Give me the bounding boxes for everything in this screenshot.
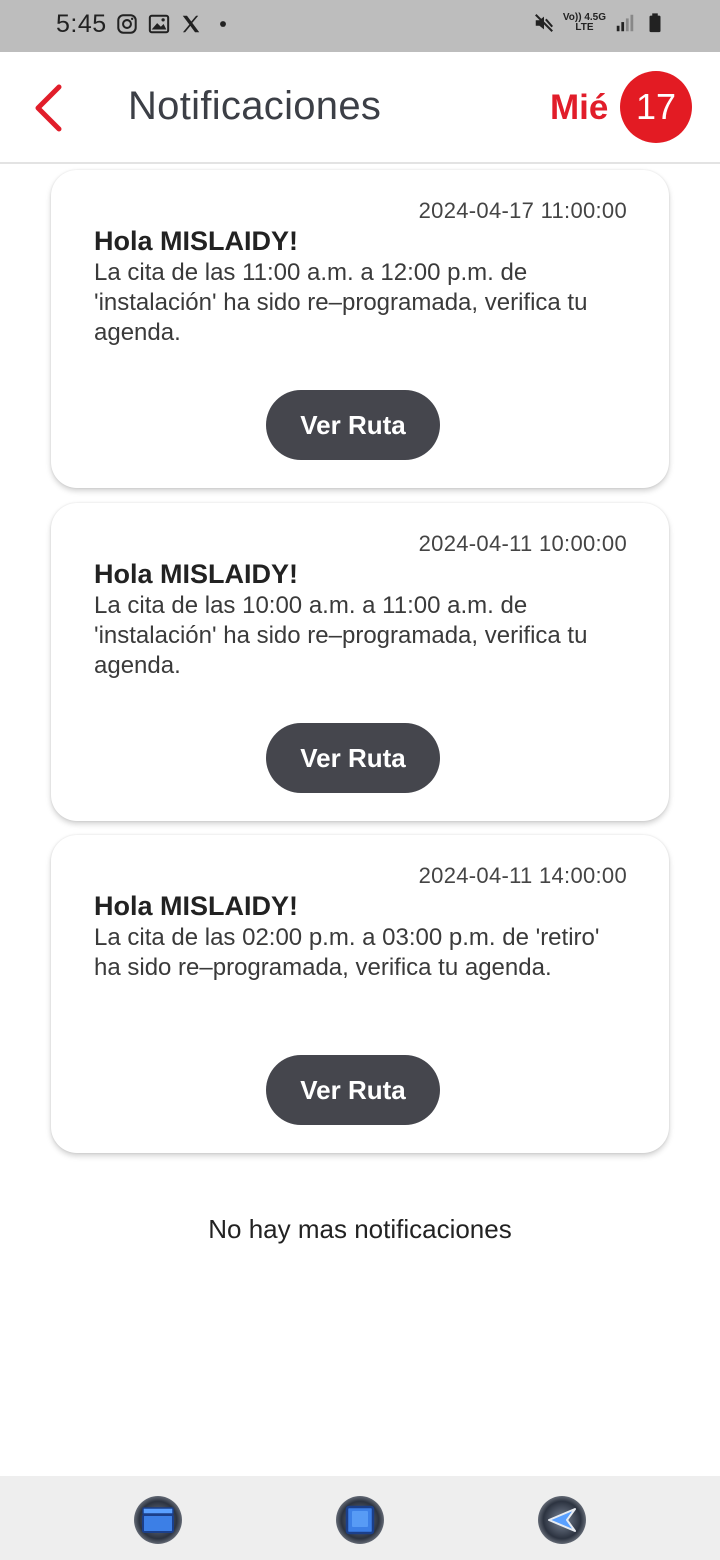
signal-icon — [616, 14, 634, 32]
home-button[interactable] — [336, 1496, 384, 1544]
network-indicator: Vo)) 4.5G LTE — [563, 13, 606, 33]
status-time: 5:45 — [56, 10, 107, 38]
notification-greeting: Hola MISLAIDY! — [94, 226, 299, 256]
ver-ruta-button[interactable]: Ver Ruta — [266, 723, 440, 793]
notification-greeting: Hola MISLAIDY! — [94, 559, 299, 589]
system-nav-bar — [0, 1476, 720, 1560]
back-button[interactable] — [26, 80, 70, 136]
instagram-icon — [117, 14, 137, 34]
chevron-left-icon — [35, 84, 62, 132]
gallery-icon — [148, 14, 170, 34]
notification-message: La cita de las 11:00 a.m. a 12:00 p.m. d… — [94, 259, 588, 346]
notification-card: 2024-04-11 14:00:00 Hola MISLAIDY! La ci… — [51, 835, 669, 1153]
home-icon — [345, 1505, 375, 1535]
notification-message: La cita de las 02:00 p.m. a 03:00 p.m. d… — [94, 924, 600, 981]
notification-card: 2024-04-17 11:00:00 Hola MISLAIDY! La ci… — [51, 170, 669, 488]
mute-icon — [534, 14, 553, 32]
no-more-notifications-text: No hay mas notificaciones — [208, 1214, 512, 1244]
back-nav-button[interactable] — [538, 1496, 586, 1544]
recent-apps-icon — [142, 1507, 174, 1533]
notification-date: 2024-04-11 14:00:00 — [418, 863, 627, 888]
status-bar: 5:45 Vo)) 4.5G LTE — [0, 0, 720, 52]
notification-message: La cita de las 10:00 a.m. a 11:00 a.m. d… — [94, 592, 588, 679]
notification-card: 2024-04-11 10:00:00 Hola MISLAIDY! La ci… — [51, 503, 669, 821]
x-icon — [182, 15, 200, 33]
ver-ruta-button[interactable]: Ver Ruta — [266, 390, 440, 460]
notification-date: 2024-04-11 10:00:00 — [418, 531, 627, 556]
recent-apps-button[interactable] — [134, 1496, 182, 1544]
day-name: Mié — [550, 88, 609, 127]
notification-greeting: Hola MISLAIDY! — [94, 891, 299, 921]
app-header: Notificaciones Mié 17 — [0, 52, 720, 164]
more-notifications-dot-icon — [220, 21, 226, 27]
back-icon — [548, 1508, 576, 1532]
ver-ruta-button[interactable]: Ver Ruta — [266, 1055, 440, 1125]
day-number-badge: 17 — [620, 71, 692, 143]
page-title: Notificaciones — [128, 84, 382, 128]
battery-icon — [649, 13, 661, 33]
notification-date: 2024-04-17 11:00:00 — [418, 198, 627, 223]
network-bottom-label: LTE — [575, 22, 594, 33]
